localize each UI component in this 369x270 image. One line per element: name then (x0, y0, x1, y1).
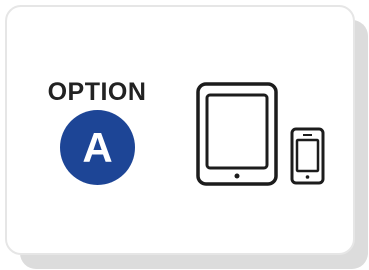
smartphone-icon (290, 127, 325, 185)
device-icons (196, 82, 325, 186)
option-card-stage: OPTION A (0, 0, 369, 270)
tablet-icon (196, 82, 278, 186)
